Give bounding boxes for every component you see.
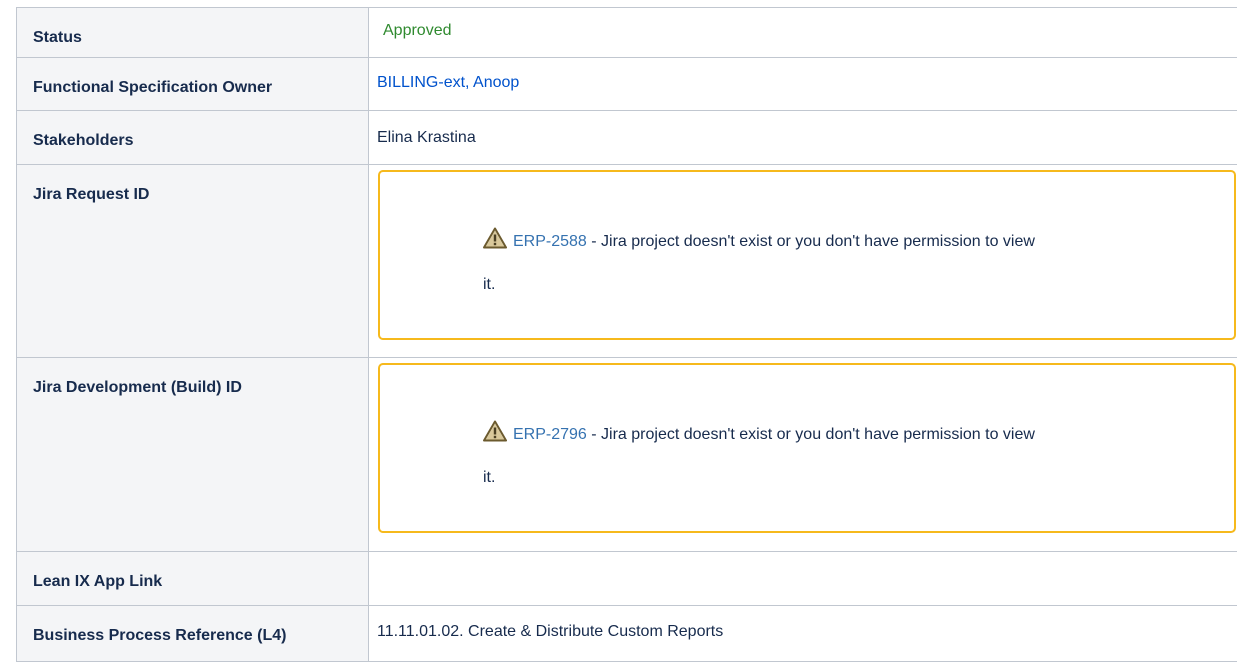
jira-request-message: - Jira project doesn't exist or you don'… (587, 233, 1035, 250)
table-row-lean-ix: Lean IX App Link (17, 552, 1237, 606)
jira-request-value-cell: ERP-2588 - Jira project doesn't exist or… (369, 165, 1237, 358)
jira-request-warning-box: ERP-2588 - Jira project doesn't exist or… (378, 170, 1236, 340)
table-row-status: Status Approved (17, 8, 1237, 58)
lean-ix-value-cell (369, 552, 1237, 606)
status-value-cell: Approved (369, 8, 1237, 58)
owner-user-link[interactable]: BILLING-ext, Anoop (377, 74, 519, 91)
jira-build-message-line: ERP-2796 - Jira project doesn't exist or… (483, 420, 1035, 444)
stakeholders-value: Elina Krastina (377, 129, 476, 146)
jira-build-value-cell: ERP-2796 - Jira project doesn't exist or… (369, 358, 1237, 552)
jira-build-message-tail: it. (483, 469, 495, 487)
owner-value-cell: BILLING-ext, Anoop (369, 58, 1237, 111)
table-row-stakeholders: Stakeholders Elina Krastina (17, 111, 1237, 165)
owner-label: Functional Specification Owner (17, 58, 369, 111)
warning-triangle-icon (483, 420, 507, 442)
jira-build-warning-box: ERP-2796 - Jira project doesn't exist or… (378, 363, 1236, 533)
bpr-label: Business Process Reference (L4) (17, 606, 369, 662)
warning-triangle-icon (483, 227, 507, 249)
stakeholders-value-cell: Elina Krastina (369, 111, 1237, 165)
jira-request-message-tail: it. (483, 276, 495, 294)
jira-build-label: Jira Development (Build) ID (17, 358, 369, 552)
bpr-value: 11.11.01.02. Create & Distribute Custom … (377, 623, 723, 640)
jira-build-message: - Jira project doesn't exist or you don'… (587, 426, 1035, 443)
jira-request-label: Jira Request ID (17, 165, 369, 358)
table-row-jira-request: Jira Request ID ERP-2588 - Jira project … (17, 165, 1237, 358)
page-properties-table: Status Approved Functional Specification… (16, 7, 1237, 662)
lean-ix-label: Lean IX App Link (17, 552, 369, 606)
status-badge: Approved (383, 22, 452, 39)
table-row-owner: Functional Specification Owner BILLING-e… (17, 58, 1237, 111)
jira-request-issue-link[interactable]: ERP-2588 (513, 233, 587, 250)
table-row-bpr: Business Process Reference (L4) 11.11.01… (17, 606, 1237, 662)
bpr-value-cell: 11.11.01.02. Create & Distribute Custom … (369, 606, 1237, 662)
table-row-jira-build: Jira Development (Build) ID ERP-2796 - J… (17, 358, 1237, 552)
jira-request-message-line: ERP-2588 - Jira project doesn't exist or… (483, 227, 1035, 251)
stakeholders-label: Stakeholders (17, 111, 369, 165)
jira-build-issue-link[interactable]: ERP-2796 (513, 426, 587, 443)
status-label: Status (17, 8, 369, 58)
